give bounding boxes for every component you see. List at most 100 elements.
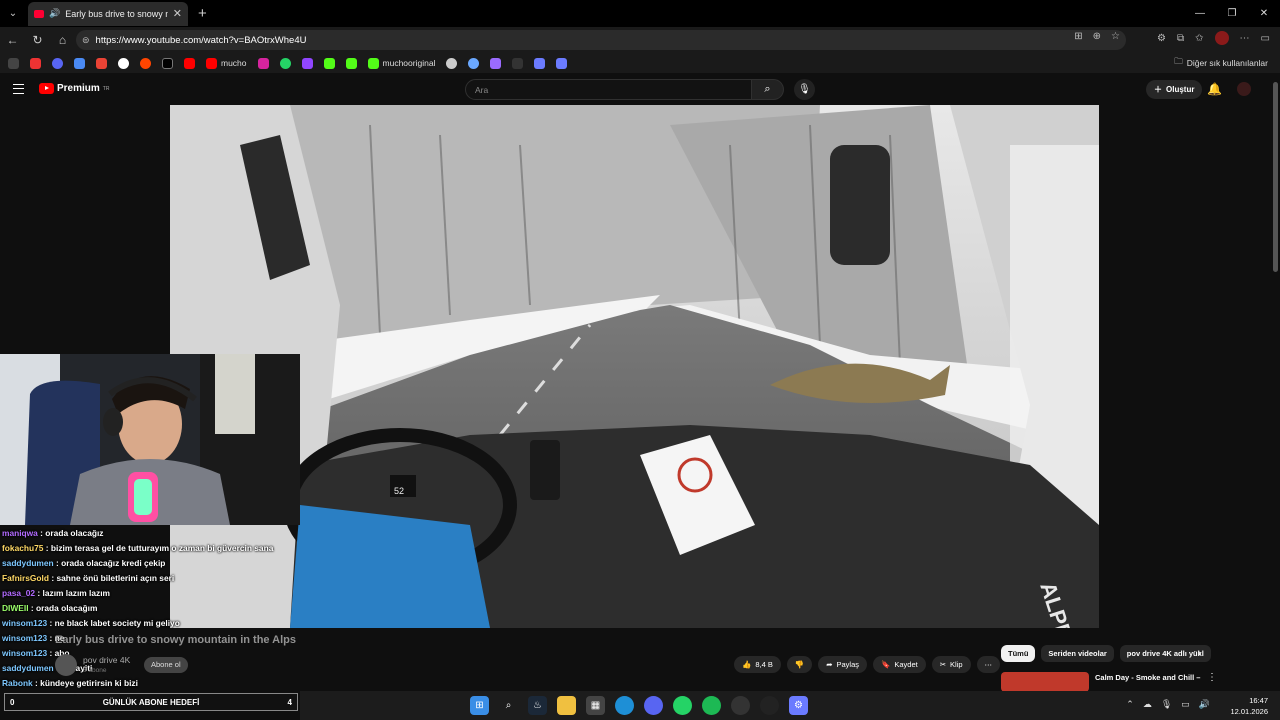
bookmark-muchooriginal[interactable]: muchooriginal <box>367 57 436 69</box>
like-count: 8,4 B <box>755 660 773 669</box>
create-label: Oluştur <box>1166 85 1195 94</box>
network-icon[interactable]: ▭ <box>1181 699 1190 710</box>
tray-chevron-icon[interactable]: ⌃ <box>1126 699 1134 710</box>
voice-search-button[interactable]: 🎙 <box>794 79 815 100</box>
discord-icon[interactable] <box>644 696 663 715</box>
home-icon[interactable]: ⌂ <box>50 27 75 53</box>
subscribe-button[interactable]: Abone ol <box>144 657 188 673</box>
close-tab-icon[interactable]: ✕ <box>173 7 182 20</box>
obs-icon[interactable] <box>731 696 750 715</box>
bookmark-kick2-icon[interactable] <box>345 57 357 69</box>
tab-youtube[interactable]: 🔊 Early bus drive to snowy mou ✕ <box>28 1 188 26</box>
channel-name[interactable]: pov drive 4K <box>83 655 130 665</box>
bookmark-whatsapp-icon[interactable] <box>279 57 291 69</box>
channel-avatar[interactable] <box>55 654 77 676</box>
bookmark-youtube2-icon[interactable] <box>184 57 195 69</box>
chevron-right-icon[interactable]: › <box>1198 648 1201 659</box>
more-actions-button[interactable]: ⋯ <box>976 656 1001 673</box>
bookmark-tm-icon[interactable] <box>512 57 524 69</box>
search-icon[interactable]: ⌕ <box>499 696 518 715</box>
app-icon[interactable]: ⊞ <box>1074 31 1082 42</box>
chip-all[interactable]: Tümü <box>1001 645 1036 662</box>
clip-button[interactable]: ✂ Klip <box>931 656 971 673</box>
account-avatar[interactable] <box>1237 82 1251 96</box>
steam-icon[interactable]: ♨ <box>528 696 547 715</box>
recommended-thumbnail[interactable] <box>1001 672 1089 692</box>
dislike-button[interactable]: 👎 <box>786 656 813 673</box>
app-icon[interactable] <box>760 696 779 715</box>
bookmark-chrome-icon[interactable] <box>52 57 63 69</box>
bookmark-instagram-icon[interactable] <box>257 57 269 69</box>
other-favorites[interactable]: 🗀 Diğer sık kullanılanlar <box>1174 56 1268 70</box>
bookmark-feather-icon[interactable] <box>490 57 502 69</box>
bookmark-twitch-icon[interactable] <box>301 57 313 69</box>
cloud-icon[interactable]: ☁ <box>1143 699 1152 710</box>
like-button[interactable]: 👍 8,4 B <box>734 656 781 673</box>
speedometer-readout: 52 <box>394 486 404 496</box>
goal-current: 0 <box>10 697 15 707</box>
sidebar-toggle-icon[interactable]: ▭ <box>1261 33 1270 44</box>
youtube-logo[interactable]: Premium TR <box>39 83 109 94</box>
share-label: Paylaş <box>836 660 860 669</box>
bookmark-x-icon[interactable] <box>162 57 173 69</box>
settings-icon[interactable]: ⚙ <box>789 696 808 715</box>
bookmark-github-icon[interactable] <box>446 57 458 69</box>
bookmark-gmail-icon[interactable] <box>96 57 107 69</box>
minimize-button[interactable]: — <box>1184 0 1216 27</box>
speaker-icon[interactable]: 🔊 <box>49 8 60 19</box>
new-tab-button[interactable]: + <box>198 5 207 22</box>
bookmark-mucho[interactable]: mucho <box>206 57 247 69</box>
close-window-button[interactable]: ✕ <box>1248 0 1280 27</box>
favorite-star-icon[interactable]: ☆ <box>1111 31 1120 42</box>
bookmark-globe-icon[interactable] <box>468 57 480 69</box>
bookmark-shield2-icon[interactable] <box>556 57 568 69</box>
tab-actions-icon[interactable]: ⌄ <box>0 0 26 27</box>
notifications-icon[interactable]: 🔔 <box>1207 82 1222 96</box>
recommended-title[interactable]: Calm Day - Smoke and Chill – <box>1095 673 1200 682</box>
back-icon[interactable]: ← <box>0 27 25 53</box>
file-explorer-icon[interactable] <box>557 696 576 715</box>
store-icon[interactable]: ▦ <box>586 696 605 715</box>
bookmark-google-icon[interactable] <box>118 57 129 69</box>
taskbar: ⊞ ⌕ ♨ ▦ ⚙ ⌃ ☁ 🎙 ▭ 🔊 16:47 12.01.2026 <box>300 691 1280 720</box>
menu-icon[interactable] <box>13 84 24 94</box>
address-bar[interactable]: ⊜ https://www.youtube.com/watch?v=BAOtrx… <box>76 30 1126 50</box>
search-input[interactable]: Ara <box>465 79 752 100</box>
browser-tabstrip: ⌄ 🔊 Early bus drive to snowy mou ✕ + — ❐… <box>0 0 1280 27</box>
edge-icon[interactable] <box>615 696 634 715</box>
video-player[interactable]: 52 ALPBUS <box>170 105 1099 628</box>
mic-tray-icon[interactable]: 🎙 <box>1161 699 1172 710</box>
bookmark-muchooriginal-label: muchooriginal <box>382 58 436 68</box>
bookmark-shield-icon[interactable] <box>534 57 546 69</box>
bookmark-gaming-icon[interactable] <box>8 57 19 69</box>
whatsapp-icon[interactable] <box>673 696 692 715</box>
split-screen-icon[interactable]: ⧉ <box>1177 33 1184 44</box>
more-icon[interactable]: ⋯ <box>1240 33 1250 44</box>
bookmark-kick-icon[interactable] <box>323 57 335 69</box>
bookmark-reddit-icon[interactable] <box>140 57 151 69</box>
recommended-menu-icon[interactable]: ⋮ <box>1207 672 1217 683</box>
refresh-icon[interactable]: ↻ <box>25 27 50 53</box>
share-icon: ➦ <box>826 660 833 669</box>
page-scrollbar[interactable] <box>1273 82 1278 272</box>
search-button[interactable]: ⌕ <box>752 79 784 100</box>
save-button[interactable]: 🔖 Kaydet <box>873 656 926 673</box>
profile-icon[interactable] <box>1214 31 1229 45</box>
thumbs-up-icon: 👍 <box>742 660 752 669</box>
restore-button[interactable]: ❐ <box>1216 0 1248 27</box>
create-button[interactable]: ＋ Oluştur <box>1146 80 1203 99</box>
zoom-icon[interactable]: ⊕ <box>1093 31 1101 42</box>
clock[interactable]: 16:47 12.01.2026 <box>1230 695 1268 717</box>
bookmark-youtube-icon[interactable] <box>30 57 41 69</box>
extensions-icon[interactable]: ⚙ <box>1157 33 1166 44</box>
start-icon[interactable]: ⊞ <box>470 696 489 715</box>
chat-text: sahne önü biletlerini açın seri <box>56 573 175 583</box>
volume-icon[interactable]: 🔊 <box>1199 699 1210 710</box>
bookmark-docs-icon[interactable] <box>74 57 85 69</box>
chip-series[interactable]: Seriden videolar <box>1041 645 1114 662</box>
share-button[interactable]: ➦ Paylaş <box>818 656 868 673</box>
site-info-icon[interactable]: ⊜ <box>82 35 90 46</box>
spotify-icon[interactable] <box>702 696 721 715</box>
save-label: Kaydet <box>894 660 918 669</box>
favorites-icon[interactable]: ✩ <box>1195 33 1203 44</box>
